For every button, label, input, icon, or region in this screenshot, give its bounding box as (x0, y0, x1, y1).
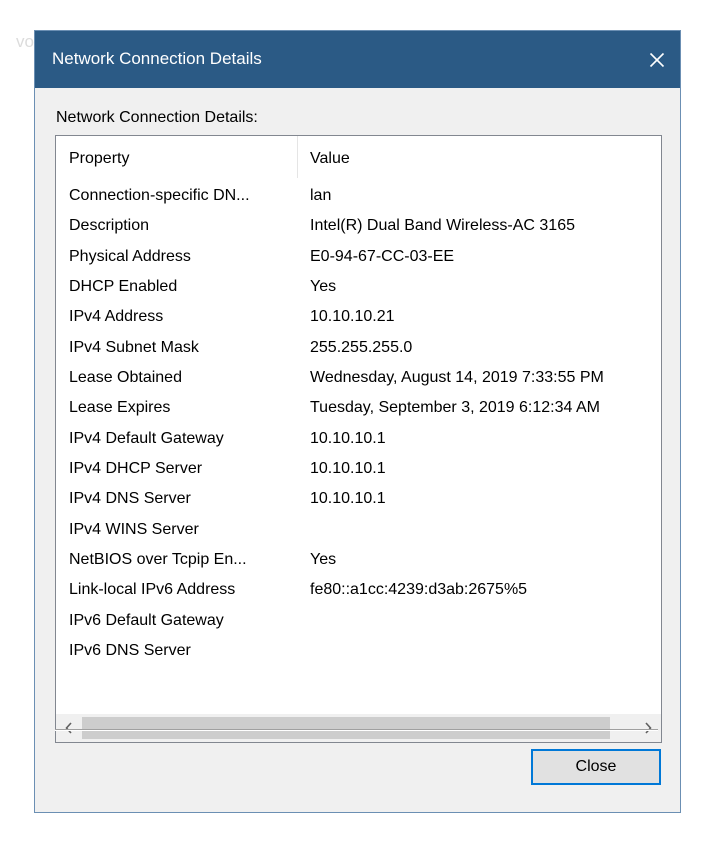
value-cell: Wednesday, August 14, 2019 7:33:55 PM (310, 369, 604, 387)
value-cell: 255.255.255.0 (310, 338, 413, 356)
property-cell: Description (69, 217, 150, 235)
list-item[interactable]: Lease Expires Tuesday, September 3, 2019 … (56, 395, 661, 425)
details-list[interactable]: Property Value Connection-specific DN...… (55, 135, 662, 743)
property-cell: IPv6 DNS Server (69, 642, 191, 660)
list-item[interactable]: IPv6 DNS Server (56, 638, 661, 668)
list-item[interactable]: Lease Obtained Wednesday, August 14, 2019… (56, 365, 661, 395)
property-cell: IPv6 Default Gateway (69, 611, 224, 629)
column-header-value[interactable]: Value (310, 150, 350, 168)
section-label: Network Connection Details: (56, 109, 258, 126)
chevron-left-icon (65, 722, 72, 734)
list-item[interactable]: Description Intel(R) Dual Band Wireless-A… (56, 213, 661, 243)
value-cell: E0-94-67-CC-03-EE (310, 247, 455, 265)
list-item[interactable]: IPv4 DHCP Server 10.10.10.1 (56, 456, 661, 486)
list-item[interactable]: IPv4 DNS Server 10.10.10.1 (56, 486, 661, 516)
property-cell: IPv4 Default Gateway (69, 429, 224, 447)
list-item[interactable]: Physical Address E0-94-67-CC-03-EE (56, 244, 661, 274)
list-item[interactable]: NetBIOS over Tcpip En... Yes (56, 547, 661, 577)
column-header-property[interactable]: Property (69, 150, 129, 168)
value-cell: Yes (310, 278, 337, 296)
scroll-left-button[interactable] (56, 714, 82, 742)
property-cell: Physical Address (69, 247, 191, 265)
property-cell: Connection-specific DN... (69, 187, 250, 204)
column-divider[interactable] (297, 136, 298, 178)
close-icon (649, 52, 665, 67)
list-header: Property Value (56, 136, 661, 178)
list-item[interactable]: IPv6 Default Gateway (56, 608, 661, 638)
network-connection-details-dialog: Network Connection Details Network Conne… (34, 30, 681, 813)
value-cell: Yes (310, 551, 337, 569)
list-item[interactable]: DHCP Enabled Yes (56, 274, 661, 304)
window-title: Network Connection Details (52, 49, 262, 68)
background-window-text-fragment: vo (16, 32, 34, 51)
property-cell: IPv4 DNS Server (69, 490, 191, 508)
value-cell: 10.10.10.21 (310, 308, 395, 326)
separator-line (55, 729, 658, 731)
list-rows: Connection-specific DN... lan Description I… (56, 183, 661, 669)
property-cell: Link-local IPv6 Address (69, 581, 236, 599)
title-bar[interactable]: Network Connection Details (35, 31, 680, 88)
scroll-right-button[interactable] (635, 714, 661, 742)
scrollbar-thumb[interactable] (82, 717, 610, 739)
list-item[interactable]: Link-local IPv6 Address fe80::a1cc:4239:d… (56, 577, 661, 607)
property-cell: IPv4 DHCP Server (69, 460, 203, 478)
value-cell: 10.10.10.1 (310, 490, 386, 508)
property-cell: NetBIOS over Tcpip En... (69, 551, 247, 569)
value-cell: Tuesday, September 3, 2019 6:12:34 AM (310, 399, 600, 417)
window-close-button[interactable] (634, 31, 680, 88)
list-item[interactable]: IPv4 Subnet Mask 255.255.255.0 (56, 335, 661, 365)
horizontal-scrollbar[interactable] (56, 714, 661, 742)
property-cell: IPv4 WINS Server (69, 520, 199, 538)
property-cell: IPv4 Address (69, 308, 164, 326)
list-item[interactable]: IPv4 WINS Server (56, 517, 661, 547)
property-cell: Lease Obtained (69, 369, 182, 387)
property-cell: Lease Expires (69, 399, 171, 417)
property-cell: IPv4 Subnet Mask (69, 338, 199, 356)
property-cell: DHCP Enabled (69, 278, 178, 296)
list-item[interactable]: IPv4 Address 10.10.10.21 (56, 304, 661, 334)
chevron-right-icon (645, 722, 652, 734)
list-item[interactable]: IPv4 Default Gateway 10.10.10.1 (56, 426, 661, 456)
value-cell: 10.10.10.1 (310, 429, 386, 447)
value-cell: 10.10.10.1 (310, 460, 386, 478)
close-button[interactable]: Close (531, 749, 661, 785)
value-cell: lan (310, 187, 332, 204)
list-item[interactable]: Connection-specific DN... lan (56, 183, 661, 213)
value-cell: fe80::a1cc:4239:d3ab:2675%5 (310, 581, 528, 599)
value-cell: Intel(R) Dual Band Wireless-AC 3165 (310, 217, 575, 235)
